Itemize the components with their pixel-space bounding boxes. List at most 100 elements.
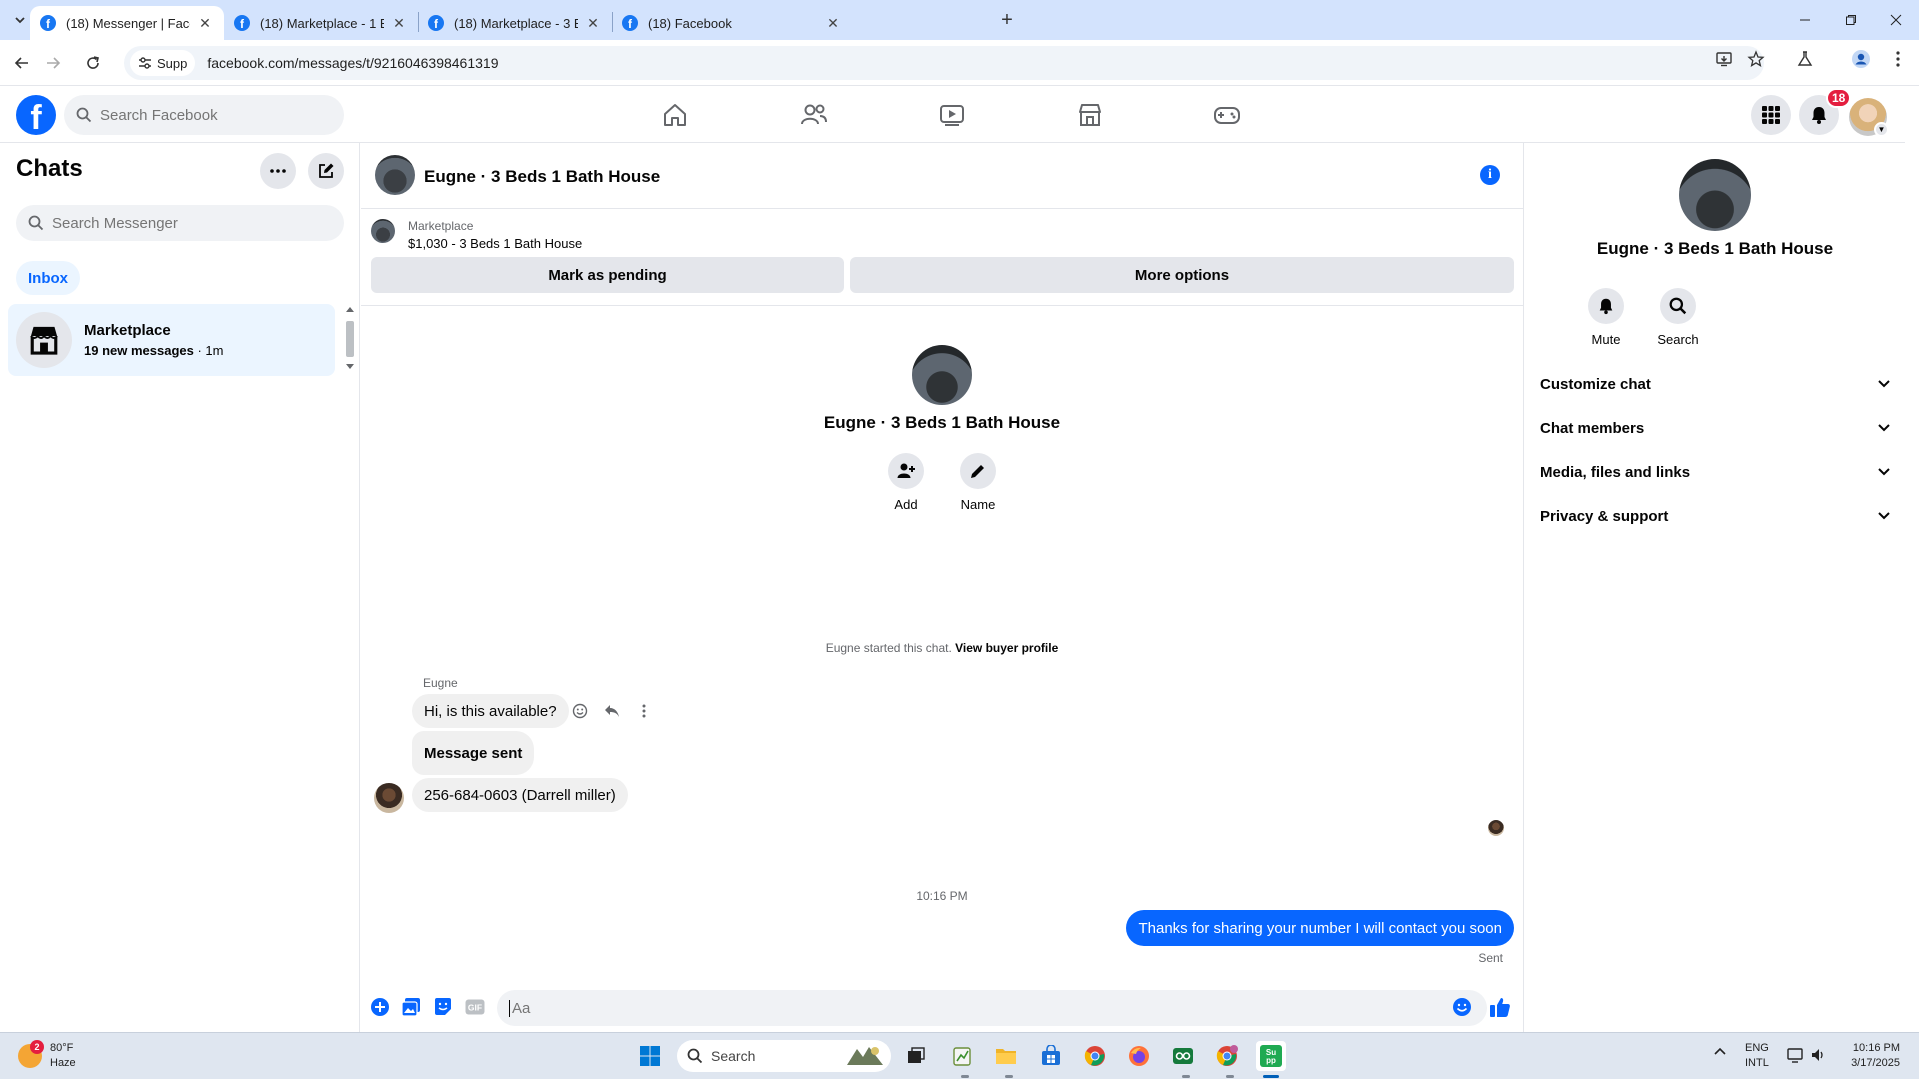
chrome-profile-app-icon[interactable] [1212, 1041, 1242, 1071]
menu-grid-button[interactable] [1751, 95, 1791, 135]
facebook-logo-icon[interactable]: f [16, 95, 56, 135]
browser-tab[interactable]: f (18) Marketplace - 3 Beds 1 Ba ✕ [418, 6, 612, 40]
gaming-icon[interactable] [1210, 98, 1244, 132]
back-button[interactable] [9, 50, 35, 76]
browser-tab[interactable]: f (18) Marketplace - 1 Bed 1 Bath ✕ [224, 6, 418, 40]
messenger-search-input[interactable] [52, 214, 312, 232]
name-chat-button[interactable]: Name [948, 453, 1008, 512]
outgoing-message[interactable]: Thanks for sharing your number I will co… [1126, 910, 1514, 946]
emoji-icon[interactable] [1450, 995, 1474, 1019]
weather-widget[interactable]: 2 80°F Haze [18, 1040, 76, 1071]
close-icon[interactable]: ✕ [390, 14, 408, 32]
install-app-icon[interactable] [1714, 49, 1734, 69]
media-files-links-section[interactable]: Media, files and links [1540, 454, 1890, 490]
search-icon [687, 1048, 703, 1064]
messenger-search[interactable] [16, 205, 344, 241]
chats-options-button[interactable] [260, 153, 296, 189]
friends-icon[interactable] [797, 98, 831, 132]
firefox-app-icon[interactable] [1124, 1041, 1154, 1071]
sender-avatar[interactable] [374, 783, 404, 813]
inbox-filter-tab[interactable]: Inbox [16, 261, 80, 295]
conversation-title[interactable]: Eugne · 3 Beds 1 Bath House [424, 167, 660, 187]
add-people-button[interactable]: Add [876, 453, 936, 512]
store-app-icon[interactable] [1036, 1041, 1066, 1071]
chat-members-section[interactable]: Chat members [1540, 410, 1890, 446]
incoming-message[interactable]: Message sent [412, 731, 535, 775]
react-icon[interactable] [570, 701, 590, 721]
system-clock[interactable]: 10:16 PM 3/17/2025 [1840, 1041, 1900, 1071]
search-in-conversation-button[interactable]: Search [1648, 288, 1708, 347]
incoming-message[interactable]: Hi, is this available? [412, 694, 569, 728]
oo-app-icon[interactable] [1168, 1041, 1198, 1071]
windows-start-icon[interactable] [635, 1041, 665, 1071]
labs-flask-icon[interactable] [1795, 49, 1815, 69]
sticker-icon[interactable] [431, 995, 455, 1019]
incoming-message[interactable]: 256-684-0603 (Darrell miller) [412, 778, 628, 812]
view-buyer-profile-link[interactable]: View buyer profile [955, 641, 1058, 655]
url-text[interactable]: facebook.com/messages/t/9216046398461319 [207, 55, 498, 71]
task-view-icon[interactable] [901, 1041, 931, 1071]
site-chip-label: Supp [157, 55, 188, 71]
conversation-avatar[interactable] [375, 155, 415, 195]
facebook-search-input[interactable] [100, 106, 320, 124]
reload-button[interactable] [80, 50, 106, 76]
page-scrollbar[interactable] [1905, 86, 1919, 1032]
svg-text:GIF: GIF [468, 1003, 482, 1013]
taskbar-search-label: Search [711, 1048, 756, 1064]
running-app-indicator [1005, 1075, 1013, 1078]
privacy-support-section[interactable]: Privacy & support [1540, 498, 1890, 534]
close-window-button[interactable] [1873, 0, 1919, 40]
facebook-search[interactable] [64, 95, 344, 135]
close-icon[interactable]: ✕ [584, 14, 602, 32]
supp-app-icon[interactable]: Su pp [1256, 1041, 1286, 1071]
restore-button[interactable] [1828, 0, 1874, 40]
details-avatar[interactable] [1679, 159, 1751, 231]
forward-button[interactable] [40, 50, 66, 76]
file-explorer-icon[interactable] [991, 1041, 1021, 1071]
chat-list-item[interactable]: Marketplace 19 new messages · 1m [8, 304, 335, 376]
mark-as-pending-button[interactable]: Mark as pending [371, 257, 844, 293]
marketplace-icon[interactable] [1073, 98, 1107, 132]
site-info-button[interactable]: Supp [130, 50, 196, 76]
photo-icon[interactable] [399, 995, 423, 1019]
chevron-down-icon[interactable]: ▼ [1874, 122, 1889, 137]
listing-title[interactable]: $1,030 - 3 Beds 1 Bath House [408, 236, 582, 251]
gif-icon[interactable]: GIF [463, 995, 487, 1019]
close-icon[interactable]: ✕ [196, 14, 214, 32]
info-icon[interactable]: i [1480, 165, 1500, 185]
message-input[interactable] [509, 999, 1409, 1017]
customize-chat-section[interactable]: Customize chat [1540, 366, 1890, 402]
scroll-thumb[interactable] [346, 321, 354, 357]
mute-button[interactable]: Mute [1576, 288, 1636, 347]
more-vertical-icon[interactable] [634, 701, 654, 721]
browser-tab[interactable]: f (18) Facebook ✕ [612, 6, 982, 40]
address-bar[interactable]: Supp facebook.com/messages/t/92160463984… [124, 46, 1764, 80]
minimize-button[interactable] [1782, 0, 1828, 40]
message-input-box[interactable] [497, 990, 1487, 1026]
notepad-app-icon[interactable] [947, 1041, 977, 1071]
new-message-button[interactable] [308, 153, 344, 189]
browser-menu-icon[interactable] [1888, 49, 1908, 69]
tab-search-dropdown-button[interactable] [8, 8, 32, 32]
network-icon[interactable] [1787, 1047, 1805, 1063]
more-options-button[interactable]: More options [850, 257, 1514, 293]
chrome-app-icon[interactable] [1080, 1041, 1110, 1071]
home-icon[interactable] [658, 98, 692, 132]
reply-icon[interactable] [602, 701, 622, 721]
tray-overflow-icon[interactable] [1713, 1046, 1727, 1056]
plus-circle-icon[interactable] [368, 995, 392, 1019]
name-label: Name [960, 497, 996, 512]
video-icon[interactable] [935, 98, 969, 132]
volume-icon[interactable] [1810, 1047, 1826, 1063]
profile-icon[interactable] [1851, 49, 1871, 69]
thumbs-up-icon[interactable] [1488, 995, 1512, 1019]
new-tab-button[interactable]: + [995, 8, 1019, 32]
taskbar-search[interactable]: Search [677, 1040, 891, 1072]
bookmark-star-icon[interactable] [1746, 49, 1766, 69]
close-icon[interactable]: ✕ [824, 14, 842, 32]
browser-tab[interactable]: f (18) Messenger | Facebook ✕ [30, 6, 224, 40]
browser-toolbar: Supp facebook.com/messages/t/92160463984… [0, 40, 1919, 86]
language-indicator[interactable]: ENG INTL [1745, 1041, 1769, 1071]
listing-thumbnail[interactable] [371, 219, 395, 243]
chat-list-scrollbar[interactable] [344, 305, 356, 371]
